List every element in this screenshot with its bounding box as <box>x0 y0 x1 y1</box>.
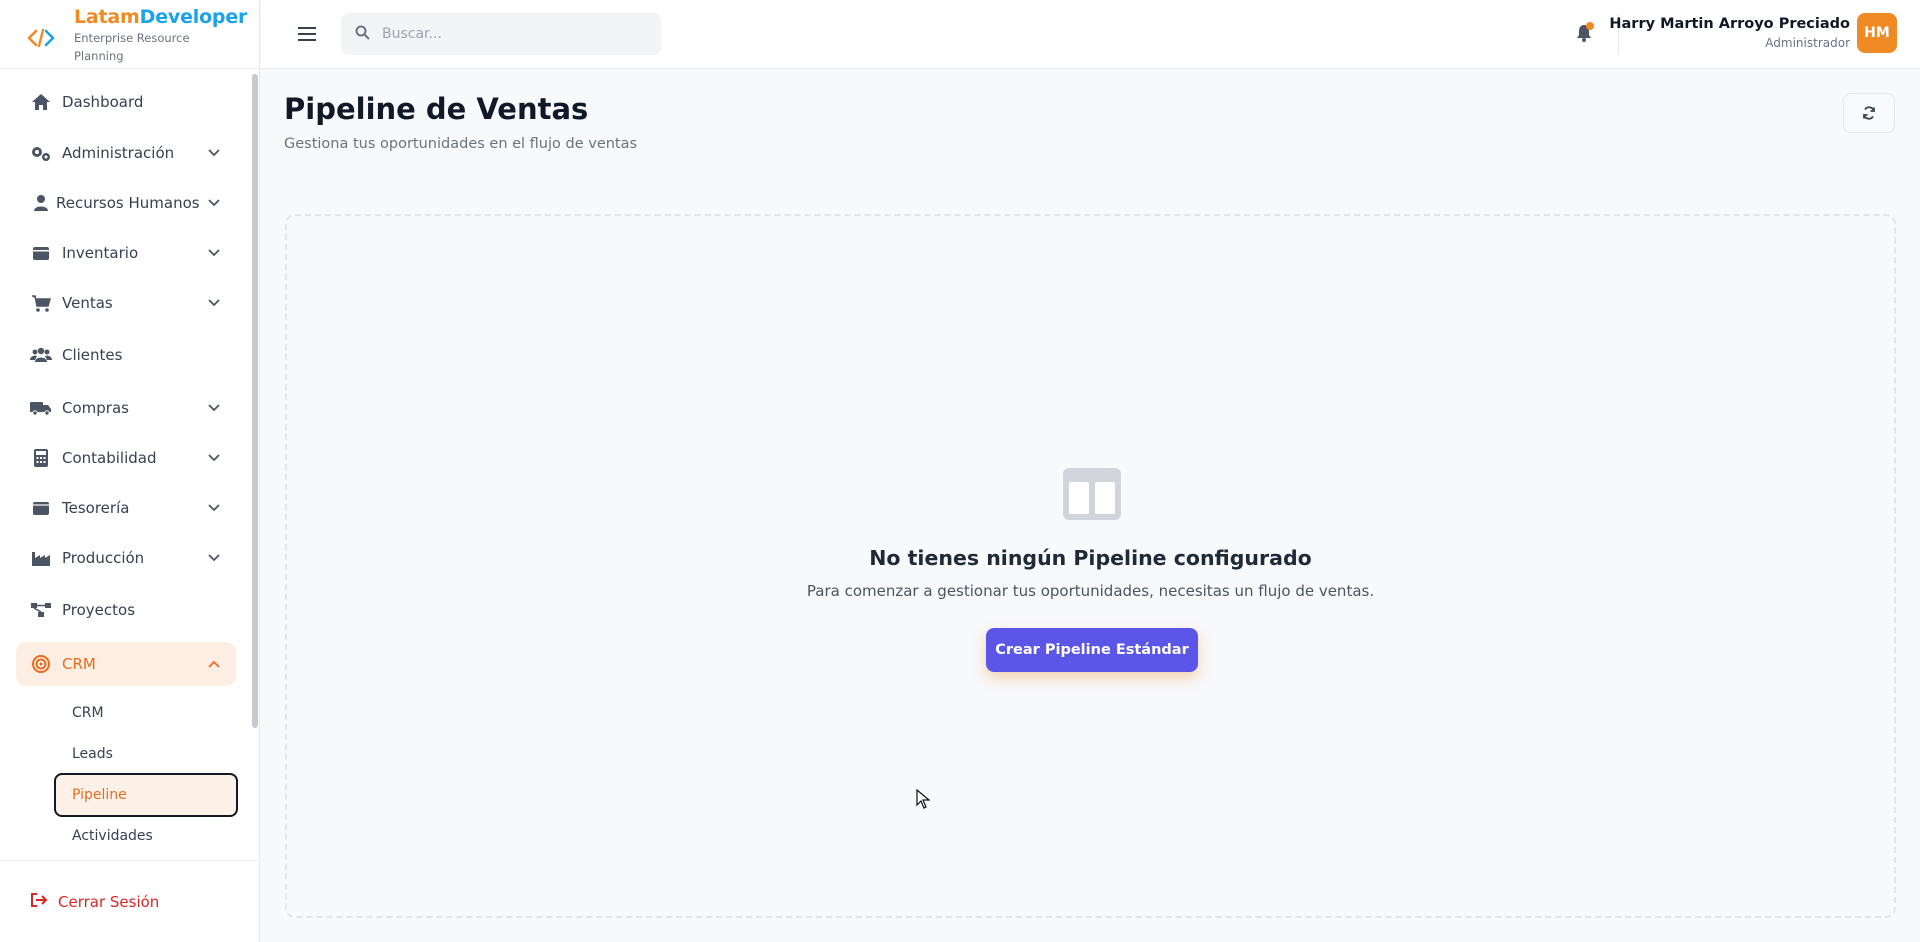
sidebar-item-inventario[interactable]: Inventario <box>16 231 236 275</box>
sidebar-item-compras[interactable]: Compras <box>16 386 236 430</box>
search-icon <box>355 25 370 44</box>
sidebar-item-proyectos[interactable]: Proyectos <box>16 588 236 632</box>
sidebar-subitem-actividades[interactable]: Actividades <box>56 816 238 856</box>
chevron-up-icon <box>206 656 222 672</box>
sidebar-item-label: Recursos Humanos <box>56 194 200 212</box>
brand-name: LatamDeveloper <box>74 5 247 29</box>
home-icon <box>30 91 52 113</box>
sidebar-scrollbar[interactable] <box>252 74 258 728</box>
sidebar-item-label: Tesorería <box>62 499 130 517</box>
truck-icon <box>30 397 52 419</box>
brand: LatamDeveloper Enterprise Resource Plann… <box>0 0 259 69</box>
user-info[interactable]: Harry Martin Arroyo Preciado Administrad… <box>1609 14 1850 52</box>
sidebar-item-produccion[interactable]: Producción <box>16 536 236 580</box>
diagram-icon <box>30 599 52 621</box>
sidebar-subitem-crm[interactable]: CRM <box>56 693 238 733</box>
mouse-cursor-icon <box>916 788 931 809</box>
gears-icon <box>30 142 52 164</box>
chevron-down-icon <box>206 400 222 416</box>
chevron-down-icon <box>206 550 222 566</box>
notifications-button[interactable] <box>1569 18 1599 48</box>
sidebar-item-label: Contabilidad <box>62 449 157 467</box>
page-title: Pipeline de Ventas <box>284 92 589 126</box>
sidebar-item-label: Proyectos <box>62 601 136 619</box>
page-subtitle: Gestiona tus oportunidades en el flujo d… <box>284 136 638 152</box>
avatar[interactable]: HM <box>1857 13 1897 53</box>
empty-state-panel: No tienes ningún Pipeline configurado Pa… <box>285 214 1896 918</box>
chevron-down-icon <box>206 500 222 516</box>
create-pipeline-button[interactable]: Crear Pipeline Estándar <box>986 628 1198 672</box>
sidebar-item-administracion[interactable]: Administración <box>16 131 236 175</box>
sidebar-item-clientes[interactable]: Clientes <box>16 333 236 377</box>
search-input[interactable] <box>382 26 642 42</box>
menu-toggle-button[interactable] <box>295 22 319 46</box>
wallet-icon <box>30 497 52 519</box>
refresh-button[interactable] <box>1843 93 1895 133</box>
sidebar-item-label: Dashboard <box>62 93 144 111</box>
empty-state-description: Para comenzar a gestionar tus oportunida… <box>806 582 1375 600</box>
sidebar-item-label: Producción <box>62 549 145 567</box>
box-icon <box>30 242 52 264</box>
hamburger-icon <box>298 27 316 41</box>
sidebar-item-recursos-humanos[interactable]: Recursos Humanos <box>16 181 236 225</box>
sidebar-item-dashboard[interactable]: Dashboard <box>16 80 236 124</box>
cart-icon <box>30 292 52 314</box>
sidebar-subitem-leads[interactable]: Leads <box>56 734 238 774</box>
logout-button[interactable]: Cerrar Sesión <box>0 860 260 942</box>
columns-icon <box>1063 468 1121 520</box>
industry-icon <box>30 547 52 569</box>
target-icon <box>30 653 52 675</box>
topbar: Harry Martin Arroyo Preciado Administrad… <box>261 0 1920 69</box>
sidebar-item-contabilidad[interactable]: Contabilidad <box>16 436 236 480</box>
sign-out-icon <box>30 892 48 912</box>
sidebar-item-tesoreria[interactable]: Tesorería <box>16 486 236 530</box>
brand-name-part2: Developer <box>139 6 248 28</box>
brand-subtitle: Enterprise Resource Planning <box>74 31 190 63</box>
chevron-down-icon <box>206 450 222 466</box>
user-icon <box>30 192 52 214</box>
notification-badge <box>1586 22 1594 30</box>
sidebar-item-label: Compras <box>62 399 129 417</box>
sidebar: LatamDeveloper Enterprise Resource Plann… <box>0 0 260 942</box>
sidebar-subitem-pipeline[interactable]: Pipeline <box>54 773 238 817</box>
user-name: Harry Martin Arroyo Preciado <box>1609 16 1850 32</box>
refresh-icon <box>1863 106 1875 120</box>
brand-name-part1: Latam <box>74 6 140 28</box>
chevron-down-icon <box>206 145 222 161</box>
empty-state-title: No tienes ningún Pipeline configurado <box>869 546 1312 570</box>
calculator-icon <box>30 447 52 469</box>
sidebar-item-label: Administración <box>62 144 175 162</box>
chevron-down-icon <box>206 295 222 311</box>
logout-label: Cerrar Sesión <box>58 892 160 911</box>
sidebar-item-label: Inventario <box>62 244 139 262</box>
user-role: Administrador <box>1765 36 1850 50</box>
search-box <box>341 13 661 55</box>
sidebar-item-label: Ventas <box>62 294 113 312</box>
sidebar-item-label: Clientes <box>62 346 123 364</box>
chevron-down-icon <box>206 245 222 261</box>
sidebar-item-crm[interactable]: CRM <box>16 642 236 686</box>
code-logo-icon <box>26 23 56 53</box>
chevron-down-icon <box>206 195 222 211</box>
sidebar-item-label: CRM <box>62 655 96 673</box>
sidebar-item-ventas[interactable]: Ventas <box>16 281 236 325</box>
users-icon <box>30 344 52 366</box>
